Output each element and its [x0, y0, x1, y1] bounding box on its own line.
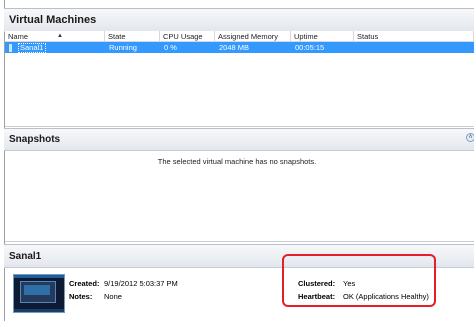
vm-uptime-cell: 00:05:15	[295, 43, 325, 52]
created-value: 9/19/2012 5:03:37 PM	[104, 279, 178, 288]
divider	[5, 241, 474, 242]
no-snapshots-message: The selected virtual machine has no snap…	[157, 157, 317, 166]
column-state[interactable]: State	[105, 31, 160, 42]
column-name[interactable]: Name ▲	[5, 31, 105, 42]
vm-name-cell: Sanal1	[20, 43, 44, 52]
vm-cpu-cell: 0 %	[164, 43, 177, 52]
notes-label: Notes:	[69, 292, 93, 301]
virtual-machines-title: Virtual Machines	[9, 14, 97, 26]
column-assigned-memory[interactable]: Assigned Memory	[215, 31, 291, 42]
created-label: Created:	[69, 279, 100, 288]
virtual-machines-header: Virtual Machines	[4, 8, 474, 32]
collapse-chevron-icon[interactable]: ˄	[466, 133, 474, 142]
snapshots-title: Snapshots	[9, 134, 61, 145]
divider	[5, 126, 474, 127]
snapshots-header: Snapshots	[4, 128, 474, 151]
sort-ascending-icon: ▲	[57, 33, 63, 39]
vm-memory-cell: 2048 MB	[219, 43, 250, 52]
vm-state-cell: Running	[109, 43, 137, 52]
notes-value: None	[104, 292, 122, 301]
column-uptime[interactable]: Uptime	[291, 31, 354, 42]
thumbnail-taskbar-bottom	[14, 309, 64, 312]
vm-details-title: Sanal1	[9, 251, 42, 262]
column-cpu-usage[interactable]: CPU Usage	[160, 31, 215, 42]
table-row[interactable]: Sanal1 Running 0 % 2048 MB 00:05:15	[5, 42, 474, 53]
thumbnail-window-content	[24, 285, 50, 295]
column-status[interactable]: Status	[354, 31, 474, 42]
vm-state-icon	[9, 44, 12, 52]
annotation-highlight-box	[282, 254, 436, 307]
thumbnail-taskbar	[14, 275, 64, 278]
vm-thumbnail[interactable]	[13, 274, 65, 313]
